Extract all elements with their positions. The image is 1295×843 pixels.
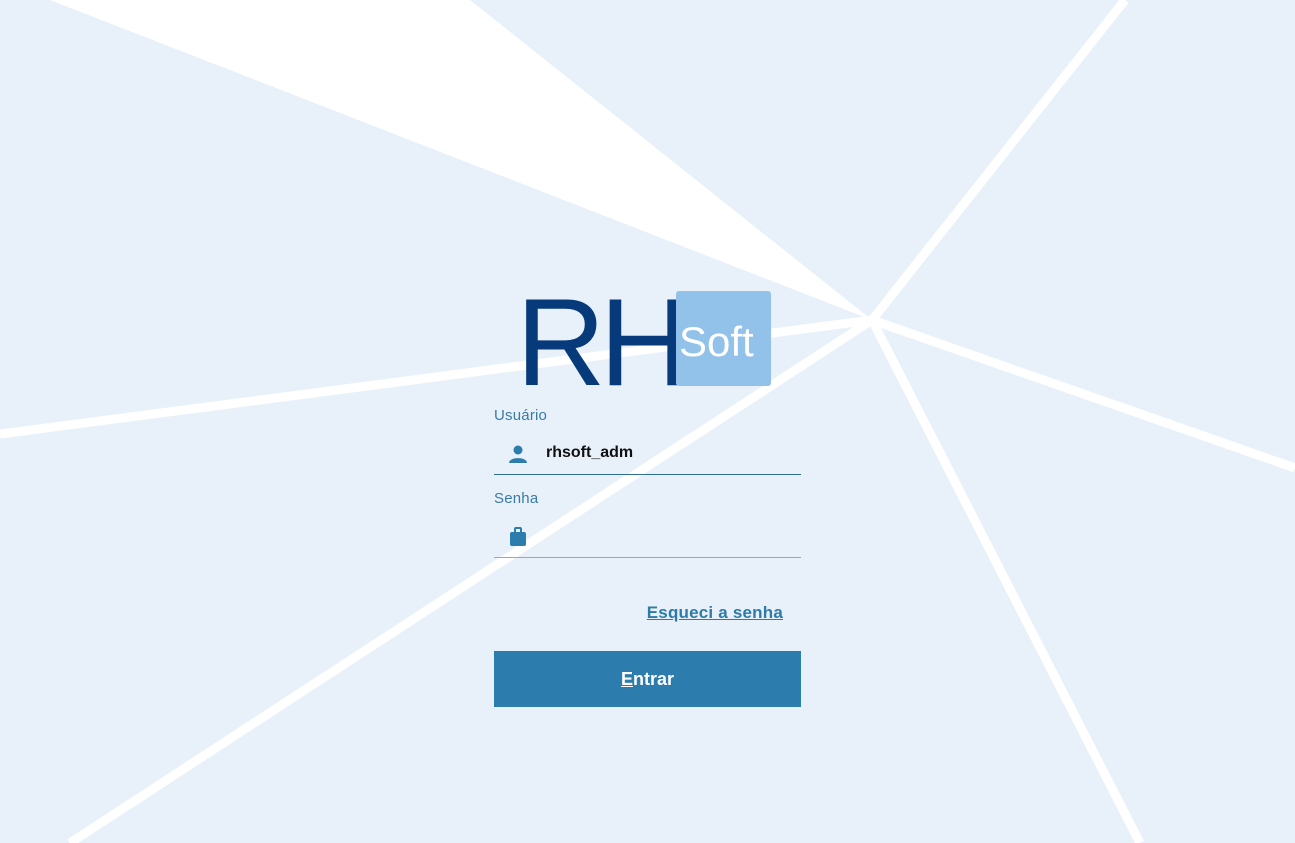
username-label: Usuário bbox=[494, 407, 548, 424]
login-button-label: ntrar bbox=[633, 668, 675, 689]
lock-icon bbox=[508, 527, 528, 547]
login-button[interactable]: Entrar bbox=[494, 651, 801, 707]
username-field-row bbox=[494, 426, 801, 475]
login-form: Usuário Senha Esqueci a senha Entrar bbox=[494, 406, 801, 707]
forgot-password-link[interactable]: Esqueci a senha bbox=[647, 603, 783, 623]
login-button-accesskey: E bbox=[620, 668, 633, 689]
password-label: Senha bbox=[494, 490, 539, 507]
password-field-row bbox=[494, 509, 801, 558]
user-icon bbox=[508, 444, 528, 464]
logo-text-rh: RH bbox=[516, 289, 683, 387]
logo-text-soft: Soft bbox=[679, 318, 754, 365]
password-input[interactable] bbox=[546, 521, 786, 551]
rhsoft-logo: RH Soft bbox=[516, 289, 772, 387]
username-input[interactable] bbox=[546, 438, 786, 468]
